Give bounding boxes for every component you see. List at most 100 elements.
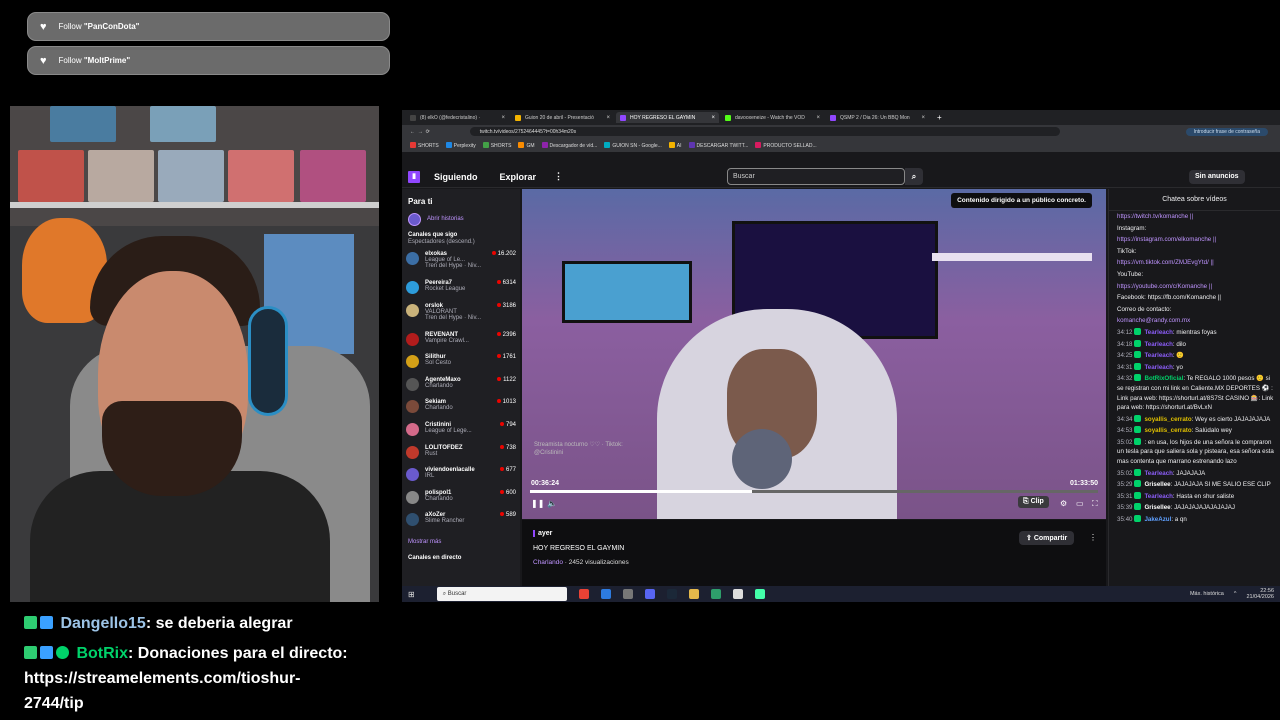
sidebar-channel[interactable]: Peereira7 Rocket League 6314	[402, 280, 520, 303]
browser-tab[interactable]: Guion 20 de abril - Presentació ×	[511, 112, 614, 123]
bookmark-item[interactable]: GUION SN - Google...	[604, 141, 662, 149]
sidebar-channel[interactable]: viviendoenlacalle IRL 677	[402, 467, 520, 490]
app-icon[interactable]	[622, 589, 633, 599]
chat-username[interactable]: Grisellee	[1144, 504, 1170, 511]
discord-icon[interactable]	[644, 589, 655, 599]
settings-icon[interactable]: ⚙	[1060, 499, 1067, 508]
notion-icon[interactable]	[732, 589, 743, 599]
chat-username[interactable]: Tearleach	[1144, 352, 1172, 359]
chat-username[interactable]: Tearleach	[1144, 364, 1172, 371]
search-input[interactable]: Buscar	[727, 168, 905, 185]
bookmark-item[interactable]: PRODUCTO SELLAD...	[755, 141, 817, 149]
follow-prefix: Follow	[58, 56, 82, 65]
close-icon[interactable]: ×	[813, 115, 820, 121]
nav-following[interactable]: Siguiendo	[434, 172, 478, 182]
badge-icon	[1134, 468, 1142, 476]
clock[interactable]: 22:56 21/04/2026	[1246, 588, 1274, 600]
pause-icon[interactable]: ❚❚	[531, 499, 544, 508]
chevron-up-icon[interactable]: ^	[1234, 591, 1237, 597]
app-icon[interactable]	[710, 589, 721, 599]
sidebar-channel[interactable]: polispol1 Charlando 600	[402, 490, 520, 513]
taskbar-search[interactable]: ⌕ Buscar	[436, 587, 567, 601]
sidebar-channel[interactable]: elxokas League of Le... Tren del Hype · Ni…	[402, 251, 520, 280]
clip-button[interactable]: ⎘ Clip	[1018, 496, 1049, 508]
search-icon[interactable]: ⌕	[905, 168, 923, 185]
browser-tab[interactable]: QSMP 2 / Dia 26: Un BBQ Mon ×	[826, 112, 929, 123]
bookmark-item[interactable]: DESCARGAR TWITT...	[688, 141, 748, 149]
viewer-count: 16.202	[492, 251, 516, 257]
start-icon[interactable]: ⊞	[408, 590, 415, 599]
forward-icon[interactable]: →	[418, 129, 423, 135]
bookmark-item[interactable]: Perplexity	[445, 141, 476, 149]
taskbar-search-label: Buscar	[447, 591, 467, 597]
chat-title: Chatea sobre vídeos	[1109, 189, 1280, 211]
chat-username[interactable]: Tearleach	[1144, 329, 1172, 336]
reload-icon[interactable]: ⟳	[426, 129, 430, 135]
more-options-icon[interactable]: ⋮	[1089, 533, 1097, 542]
close-icon[interactable]: ×	[708, 115, 715, 121]
nav-browse[interactable]: Explorar	[500, 172, 537, 182]
chat-username[interactable]: soyallis_cerrato	[1144, 427, 1191, 434]
content-warning-badge[interactable]: Contenido dirigido a un público concreto…	[951, 193, 1092, 208]
close-icon[interactable]: ×	[603, 115, 610, 121]
show-more-link[interactable]: Mostrar más	[402, 535, 520, 549]
browser-tab[interactable]: HOY REGRESO EL GAYMIN ×	[616, 112, 719, 123]
url-field[interactable]: twitch.tv/videos/2752464445?t=00h34m20s	[469, 127, 1060, 136]
password-prompt[interactable]: Introducir frase de contraseña	[1185, 127, 1268, 136]
address-bar: ← → ⟳ twitch.tv/videos/2752464445?t=00h3…	[402, 125, 1280, 138]
folder-icon[interactable]	[688, 589, 699, 599]
twitch-logo-icon[interactable]: ▮	[408, 170, 420, 183]
stories-row[interactable]: Abrir historias	[402, 210, 520, 232]
close-icon[interactable]: ×	[918, 115, 925, 121]
chat-username[interactable]: soyallis_cerrato	[1144, 416, 1191, 423]
volume-icon[interactable]: 🔈	[547, 499, 557, 508]
bookmark-item[interactable]: AI	[668, 141, 682, 149]
steam-icon[interactable]	[666, 589, 677, 599]
chat-username[interactable]: BotRixOficial	[1144, 375, 1183, 382]
video-player[interactable]: Contenido dirigido a un público concreto…	[522, 189, 1106, 519]
share-button[interactable]: ⇪ Compartir	[1019, 531, 1075, 545]
bookmark-item[interactable]: Descargador de víd...	[541, 141, 597, 149]
browser-tab[interactable]: davooxeneize - Watch the VOD ×	[721, 112, 824, 123]
date-label: 21/04/2026	[1246, 594, 1274, 600]
chat-username[interactable]: Tearleach	[1144, 341, 1172, 348]
back-icon[interactable]: ←	[410, 129, 415, 135]
chat-username[interactable]: Tearleach	[1144, 470, 1172, 477]
more-icon[interactable]: ⋮	[554, 171, 563, 182]
no-ads-button[interactable]: Sin anuncios	[1189, 170, 1245, 184]
chat-panel: Chatea sobre vídeos https://twitch.tv/ko…	[1108, 189, 1280, 586]
viewer-count: 589	[500, 512, 516, 518]
new-tab-button[interactable]: +	[937, 113, 942, 122]
sidebar-channel[interactable]: REVENANT Vampire Crawl... 2396	[402, 332, 520, 355]
chat-message: https://twitch.tv/komanche ||	[1117, 213, 1194, 220]
theatre-icon[interactable]: ▭	[1076, 499, 1084, 508]
fullscreen-icon[interactable]: ⛶	[1092, 499, 1098, 509]
bookmark-item[interactable]: SHORTS	[482, 141, 511, 149]
sidebar-channel[interactable]: orslok VALORANT Tren del Hype · Niv... 3186	[402, 303, 520, 332]
chat-username[interactable]: Grisellee	[1144, 481, 1170, 488]
sidebar-channel[interactable]: Sekiam Charlando 1013	[402, 399, 520, 422]
close-icon[interactable]: ×	[498, 115, 505, 121]
bookmark-item[interactable]: GM	[518, 141, 535, 149]
seek-bar[interactable]	[530, 490, 1098, 493]
app-icon[interactable]	[754, 589, 765, 599]
edge-icon[interactable]	[600, 589, 611, 599]
chrome-icon[interactable]	[578, 589, 589, 599]
sidebar-channel[interactable]: LOLITOFDEZ Rust 738	[402, 445, 520, 468]
sidebar-channel[interactable]: AgenteMaxo Charlando 1122	[402, 377, 520, 400]
sidebar-channel[interactable]: Cristinini League of Lege... 794	[402, 422, 520, 445]
channel-avatar	[406, 252, 419, 265]
chat-message: : a qn	[1171, 516, 1187, 524]
sort-label[interactable]: Espectadores (descend.)	[402, 238, 520, 251]
chat-username[interactable]: JakeAzul	[1144, 516, 1171, 523]
chat-message: TikTok:	[1117, 247, 1137, 255]
stories-link[interactable]: Abrir historias	[427, 216, 464, 222]
weather-label[interactable]: Máx. histórica	[1190, 591, 1224, 597]
sidebar-channel[interactable]: aXoZer Slime Rancher 589	[402, 512, 520, 535]
category-link[interactable]: Charlando	[533, 559, 563, 566]
badge-icon	[1134, 414, 1142, 422]
chat-username[interactable]: Tearleach	[1144, 493, 1172, 500]
bookmark-item[interactable]: SHORTS	[410, 141, 439, 149]
sidebar-channel[interactable]: Silithur Sol Cesto 1761	[402, 354, 520, 377]
browser-tab[interactable]: (8) elkO (@fedecristalino) · ×	[406, 112, 509, 123]
